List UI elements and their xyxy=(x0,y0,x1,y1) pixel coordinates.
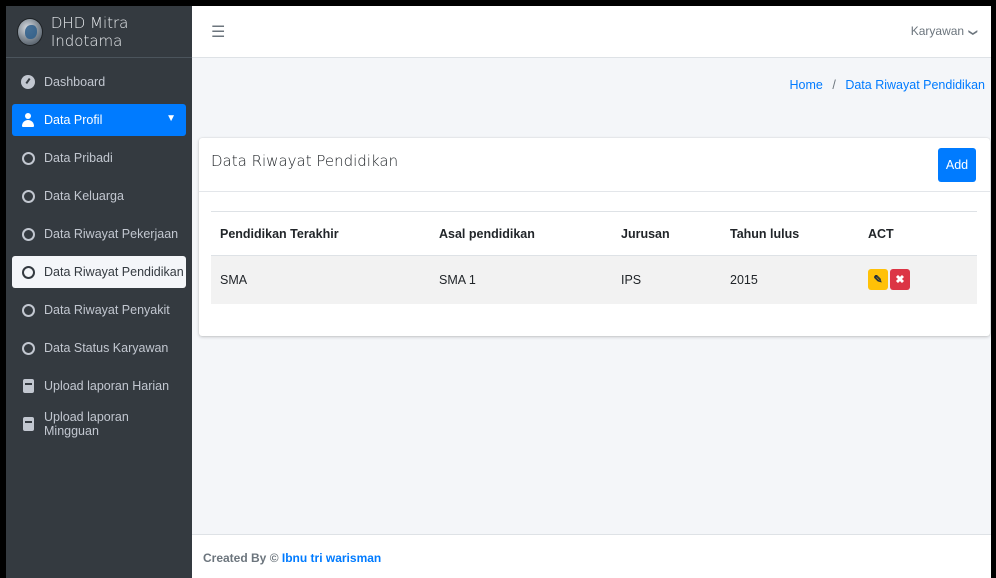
cell-tahun: 2015 xyxy=(721,255,859,304)
cell-pendidikan: SMA xyxy=(211,255,430,304)
sidebar: DHD Mitra Indotama Dashboard Data Profil… xyxy=(6,6,192,578)
sidebar-item-label: Data Riwayat Penyakit xyxy=(44,303,170,317)
column-header: Asal pendidikan xyxy=(430,211,612,256)
column-header: Jurusan xyxy=(612,211,721,256)
sidebar-item-label: Data Riwayat Pendidikan xyxy=(44,265,184,279)
sidebar-item-data-pribadi[interactable]: Data Pribadi xyxy=(12,142,186,174)
app-window: DHD Mitra Indotama Dashboard Data Profil… xyxy=(6,6,991,578)
brand-title: DHD Mitra Indotama xyxy=(50,13,129,50)
chevron-down-icon: ▼ xyxy=(166,113,176,124)
delete-button[interactable]: ✖ xyxy=(890,269,910,291)
hamburger-icon[interactable]: ☰ xyxy=(211,22,225,42)
breadcrumb-current[interactable]: Data Riwayat Pendidikan xyxy=(845,78,985,92)
chevron-down-icon: ❯ xyxy=(968,28,979,37)
sidebar-item-label: Dashboard xyxy=(44,75,106,89)
table-header-row: Pendidikan Terakhir Asal pendidikan Juru… xyxy=(211,211,977,256)
sidebar-item-label: Data Pribadi xyxy=(44,151,113,165)
card-header: Data Riwayat Pendidikan Add xyxy=(199,138,990,192)
column-header: ACT xyxy=(859,211,977,256)
sidebar-item-dashboard[interactable]: Dashboard xyxy=(12,66,186,98)
close-icon: ✖ xyxy=(895,274,905,287)
pencil-icon: ✎ xyxy=(873,274,883,287)
card-title: Data Riwayat Pendidikan xyxy=(211,152,399,170)
breadcrumb-home-link[interactable]: Home xyxy=(790,78,823,92)
circle-icon xyxy=(21,151,35,165)
education-table: Pendidikan Terakhir Asal pendidikan Juru… xyxy=(211,211,977,304)
sidebar-item-upload-laporan-mingguan[interactable]: Upload laporan Mingguan xyxy=(12,408,186,440)
breadcrumb: Home / Data Riwayat Pendidikan xyxy=(790,78,985,92)
footer-author-link[interactable]: Ibnu tri warisman xyxy=(282,551,381,565)
sidebar-nav: Dashboard Data Profil ▼ Data Pribadi Dat… xyxy=(6,58,192,454)
circle-icon xyxy=(21,227,35,241)
sidebar-item-data-status-karyawan[interactable]: Data Status Karyawan xyxy=(12,332,186,364)
sidebar-item-data-riwayat-penyakit[interactable]: Data Riwayat Penyakit xyxy=(12,294,186,326)
top-navbar: ☰ Karyawan ❯ xyxy=(192,6,991,58)
brand-logo xyxy=(18,18,42,45)
circle-icon xyxy=(21,341,35,355)
cell-asal: SMA 1 xyxy=(430,255,612,304)
sidebar-item-data-riwayat-pekerjaan[interactable]: Data Riwayat Pekerjaan xyxy=(12,218,186,250)
add-button[interactable]: Add xyxy=(938,148,976,182)
table-row: SMA SMA 1 IPS 2015 ✎ ✖ xyxy=(211,255,977,304)
user-menu-label: Karyawan xyxy=(910,24,965,38)
sidebar-item-label: Data Riwayat Pekerjaan xyxy=(44,227,179,241)
footer-prefix: Created By © xyxy=(203,551,279,565)
education-card: Data Riwayat Pendidikan Add Pendidikan T… xyxy=(199,138,990,336)
book-icon xyxy=(21,417,35,431)
user-menu[interactable]: Karyawan ❯ xyxy=(910,24,979,38)
user-icon xyxy=(21,113,35,127)
edit-button[interactable]: ✎ xyxy=(868,269,888,291)
sidebar-item-data-riwayat-pendidikan[interactable]: Data Riwayat Pendidikan xyxy=(12,256,186,288)
sidebar-item-upload-laporan-harian[interactable]: Upload laporan Harian xyxy=(12,370,186,402)
dashboard-icon xyxy=(21,75,35,89)
brand[interactable]: DHD Mitra Indotama xyxy=(6,6,192,58)
cell-jurusan: IPS xyxy=(612,255,721,304)
sidebar-item-label: Data Profil xyxy=(44,113,103,127)
footer-credit: Created By © Ibnu tri warisman xyxy=(203,551,381,565)
circle-icon xyxy=(21,189,35,203)
breadcrumb-separator: / xyxy=(832,78,836,92)
sidebar-item-label: Upload laporan Harian xyxy=(44,379,170,393)
sidebar-item-label: Data Status Karyawan xyxy=(44,341,169,355)
book-icon xyxy=(21,379,35,393)
column-header: Pendidikan Terakhir xyxy=(211,211,430,256)
circle-icon xyxy=(21,303,35,317)
footer: Created By © Ibnu tri warisman xyxy=(192,534,991,578)
cell-actions: ✎ ✖ xyxy=(859,255,977,304)
column-header: Tahun lulus xyxy=(721,211,859,256)
sidebar-item-data-keluarga[interactable]: Data Keluarga xyxy=(12,180,186,212)
sidebar-item-label: Upload laporan Mingguan xyxy=(44,410,129,438)
circle-icon xyxy=(21,265,35,279)
sidebar-item-label: Data Keluarga xyxy=(44,189,124,203)
sidebar-item-data-profil[interactable]: Data Profil ▼ xyxy=(12,104,186,136)
